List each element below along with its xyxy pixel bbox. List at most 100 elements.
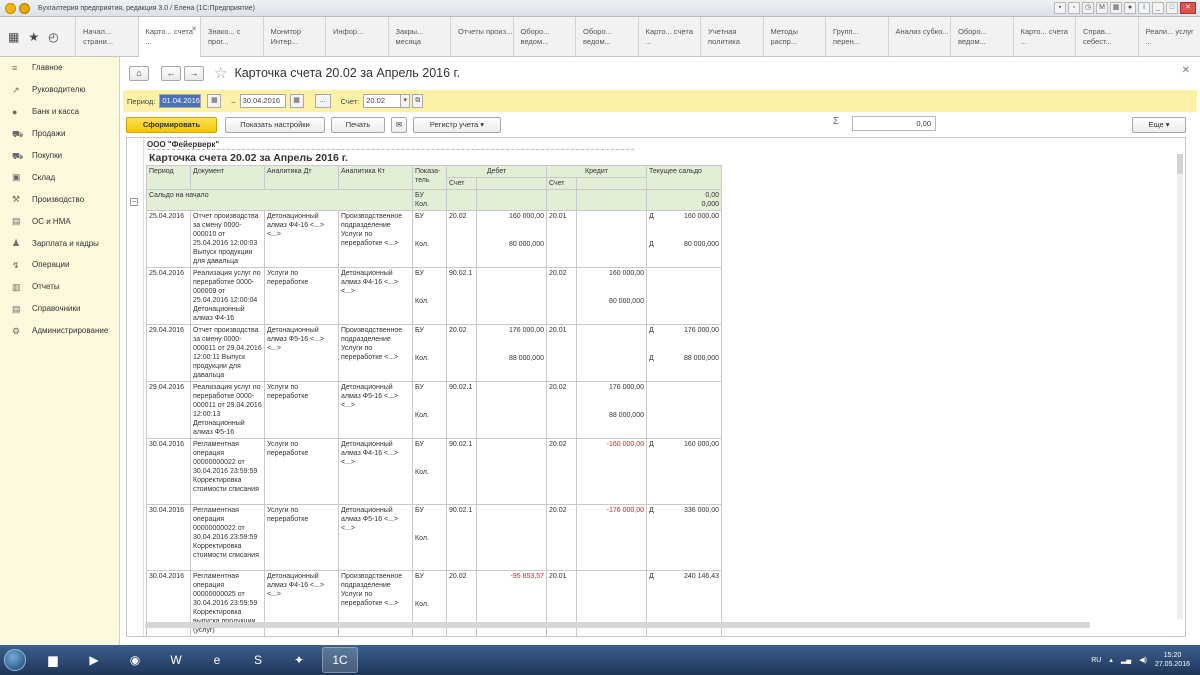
tab-3[interactable]: Монитор Интер... — [262, 17, 326, 57]
favorite-star-icon[interactable]: ☆ — [214, 64, 227, 82]
sidebar-item-0[interactable]: ≡ Главное — [0, 57, 119, 79]
history-clock-icon[interactable]: ◴ — [48, 30, 58, 44]
cell-balance: Д 176 000,00 Д 88 000,000 — [646, 324, 722, 382]
tab-label: Оборо... ведом... — [958, 27, 987, 46]
collapse-group-icon[interactable]: – — [130, 198, 138, 206]
tab-15[interactable]: Карто... счета ... — [1012, 17, 1076, 57]
date-to-field[interactable]: 30.04.2016 — [239, 94, 286, 108]
date-from-field[interactable]: 01.04.2016 — [159, 94, 202, 108]
tab-9[interactable]: Карто... счета ... — [637, 17, 701, 57]
tab-close-icon[interactable]: ✕ — [191, 25, 197, 35]
account-open-icon[interactable]: ⧉ — [412, 94, 424, 108]
table-row[interactable]: 29.04.2016 Реализация услуг по переработк… — [146, 381, 722, 439]
tab-11[interactable]: Методы распр... — [762, 17, 826, 57]
info-icon[interactable]: i — [1138, 2, 1150, 14]
history-icon[interactable]: ◷ — [1082, 2, 1094, 14]
clock[interactable]: 15:20 27.05.2016 — [1155, 651, 1190, 669]
gear-icon: ⚙ — [12, 325, 21, 336]
more-dropdown[interactable]: Еще ▾ — [1132, 116, 1186, 133]
account-dropdown-icon[interactable]: ▾ — [400, 94, 411, 108]
sidebar-item-9[interactable]: ↯ Операции — [0, 254, 119, 276]
tab-13[interactable]: Анализ субко... — [887, 17, 951, 57]
sidebar-item-3[interactable]: ⛟ Продажи — [0, 123, 119, 145]
tab-0[interactable]: Начал... страни... — [75, 17, 138, 57]
tab-8[interactable]: Оборо... ведом... — [575, 17, 638, 57]
report-area[interactable]: – ООО "Фейерверк" Карточка счета 20.02 з… — [126, 137, 1186, 637]
calendar-to-icon[interactable]: ▦ — [289, 94, 304, 108]
tab-1[interactable]: Карто... счета ... ✕ — [137, 17, 200, 57]
network-icon[interactable]: ▂▄ — [1121, 656, 1131, 664]
language-indicator[interactable]: RU — [1091, 657, 1101, 664]
tab-10[interactable]: Учетная политика — [700, 17, 763, 57]
ind-top: БУ — [415, 269, 444, 278]
tab-2[interactable]: Знако... с прог... — [200, 17, 263, 57]
tab-16[interactable]: Справ... себест... — [1075, 17, 1138, 57]
show-settings-button[interactable]: Показать настройки — [225, 116, 325, 133]
tab-7[interactable]: Оборо... ведом... — [512, 17, 576, 57]
table-row[interactable]: 29.04.2016 Отчет производства за смену 00… — [146, 324, 722, 382]
media-player-taskbar-icon[interactable]: ▶ — [76, 647, 112, 673]
sidebar-item-1[interactable]: ↗ Руководителю — [0, 79, 119, 101]
home-icon[interactable]: ⌂ — [129, 65, 149, 81]
tab-12[interactable]: Групп... перен... — [825, 17, 888, 57]
app-menu-icon[interactable] — [19, 2, 30, 14]
sidebar-item-2[interactable]: ● Банк и касса — [0, 101, 119, 123]
sidebar-item-12[interactable]: ⚙ Администрирование — [0, 320, 119, 342]
vertical-scroll-thumb[interactable] — [1177, 154, 1183, 174]
sidebar-item-5[interactable]: ▣ Склад — [0, 166, 119, 188]
sidebar-item-6[interactable]: ⚒ Производство — [0, 188, 119, 210]
minimize-button[interactable]: _ — [1152, 2, 1164, 14]
calendar-from-icon[interactable]: ▦ — [207, 94, 222, 108]
explorer-taskbar-icon[interactable]: ▆ — [35, 647, 71, 673]
tab-14[interactable]: Оборо... ведом... — [950, 17, 1013, 57]
table-row[interactable]: 25.04.2016 Реализация услуг по переработк… — [146, 267, 722, 325]
sidebar-item-8[interactable]: ♟ Зарплата и кадры — [0, 232, 119, 254]
tool-taskbar-icon[interactable]: ✦ — [281, 647, 317, 673]
horizontal-scrollbar[interactable] — [145, 622, 1090, 628]
firefox-taskbar-icon[interactable]: ◉ — [117, 647, 153, 673]
row-balance-dk: Д — [649, 327, 654, 334]
print-button[interactable]: Печать — [331, 116, 385, 133]
tab-4[interactable]: Инфор... — [325, 17, 388, 57]
1c-taskbar-icon[interactable]: 1C — [322, 647, 358, 673]
generate-button[interactable]: Сформировать — [126, 116, 217, 133]
mail-icon[interactable]: ✉ — [391, 116, 407, 133]
save-icon[interactable]: ▪ — [1054, 2, 1066, 14]
copy-icon[interactable]: ▫ — [1068, 2, 1080, 14]
bell-icon[interactable]: ● — [1124, 2, 1136, 14]
cell-indicator: БУ Кол. — [412, 381, 447, 439]
maximize-button[interactable]: □ — [1166, 2, 1178, 14]
tray-arrow-icon[interactable]: ▴ — [1109, 656, 1113, 664]
account-field[interactable]: 20.02 — [363, 94, 402, 108]
table-row[interactable]: 25.04.2016 Отчет производства за смену 00… — [146, 210, 722, 268]
volume-icon[interactable]: ◀) — [1139, 656, 1147, 664]
table-row[interactable]: 30.04.2016 Регламентная операция 00000000… — [146, 438, 722, 505]
sidebar-item-10[interactable]: ▥ Отчеты — [0, 276, 119, 298]
row-analytics-kt: Детонационный алмаз Ф4-16 <...><...> — [341, 270, 399, 295]
sidebar-item-11[interactable]: ▤ Справочники — [0, 298, 119, 320]
forward-button[interactable]: → — [184, 65, 204, 81]
register-dropdown[interactable]: Регистр учета ▾ — [413, 116, 501, 133]
ie-taskbar-icon[interactable]: e — [199, 647, 235, 673]
apps-grid-icon[interactable]: ▦ — [8, 30, 19, 44]
tab-label: Справ... себест... — [1083, 27, 1112, 46]
word-taskbar-icon[interactable]: W — [158, 647, 194, 673]
sidebar-item-7[interactable]: ▤ ОС и НМА — [0, 210, 119, 232]
start-button[interactable] — [0, 645, 30, 675]
period-choose-button[interactable]: ... — [314, 94, 331, 108]
close-button[interactable]: ✕ — [1180, 2, 1196, 14]
back-button[interactable]: ← — [161, 65, 181, 81]
vertical-scrollbar[interactable] — [1177, 154, 1183, 619]
tab-5[interactable]: Закры... месяца — [387, 17, 451, 57]
table-row[interactable]: 30.04.2016 Регламентная операция 00000000… — [146, 504, 722, 571]
calc-icon[interactable]: M — [1096, 2, 1108, 14]
calendar-icon[interactable]: ▦ — [1110, 2, 1122, 14]
tab-6[interactable]: Отчеты произ... — [450, 17, 513, 57]
tab-17[interactable]: Реали... услуг ... — [1137, 17, 1200, 57]
cell-period: 25.04.2016 — [146, 210, 191, 268]
form-close-icon[interactable]: ✕ — [1182, 65, 1190, 76]
cell-analytics-kt: Производственное подразделение Услуги по… — [338, 210, 413, 268]
favorites-star-icon[interactable]: ★ — [28, 30, 39, 44]
skype-taskbar-icon[interactable]: S — [240, 647, 276, 673]
sidebar-item-4[interactable]: ⛟ Покупки — [0, 145, 119, 167]
